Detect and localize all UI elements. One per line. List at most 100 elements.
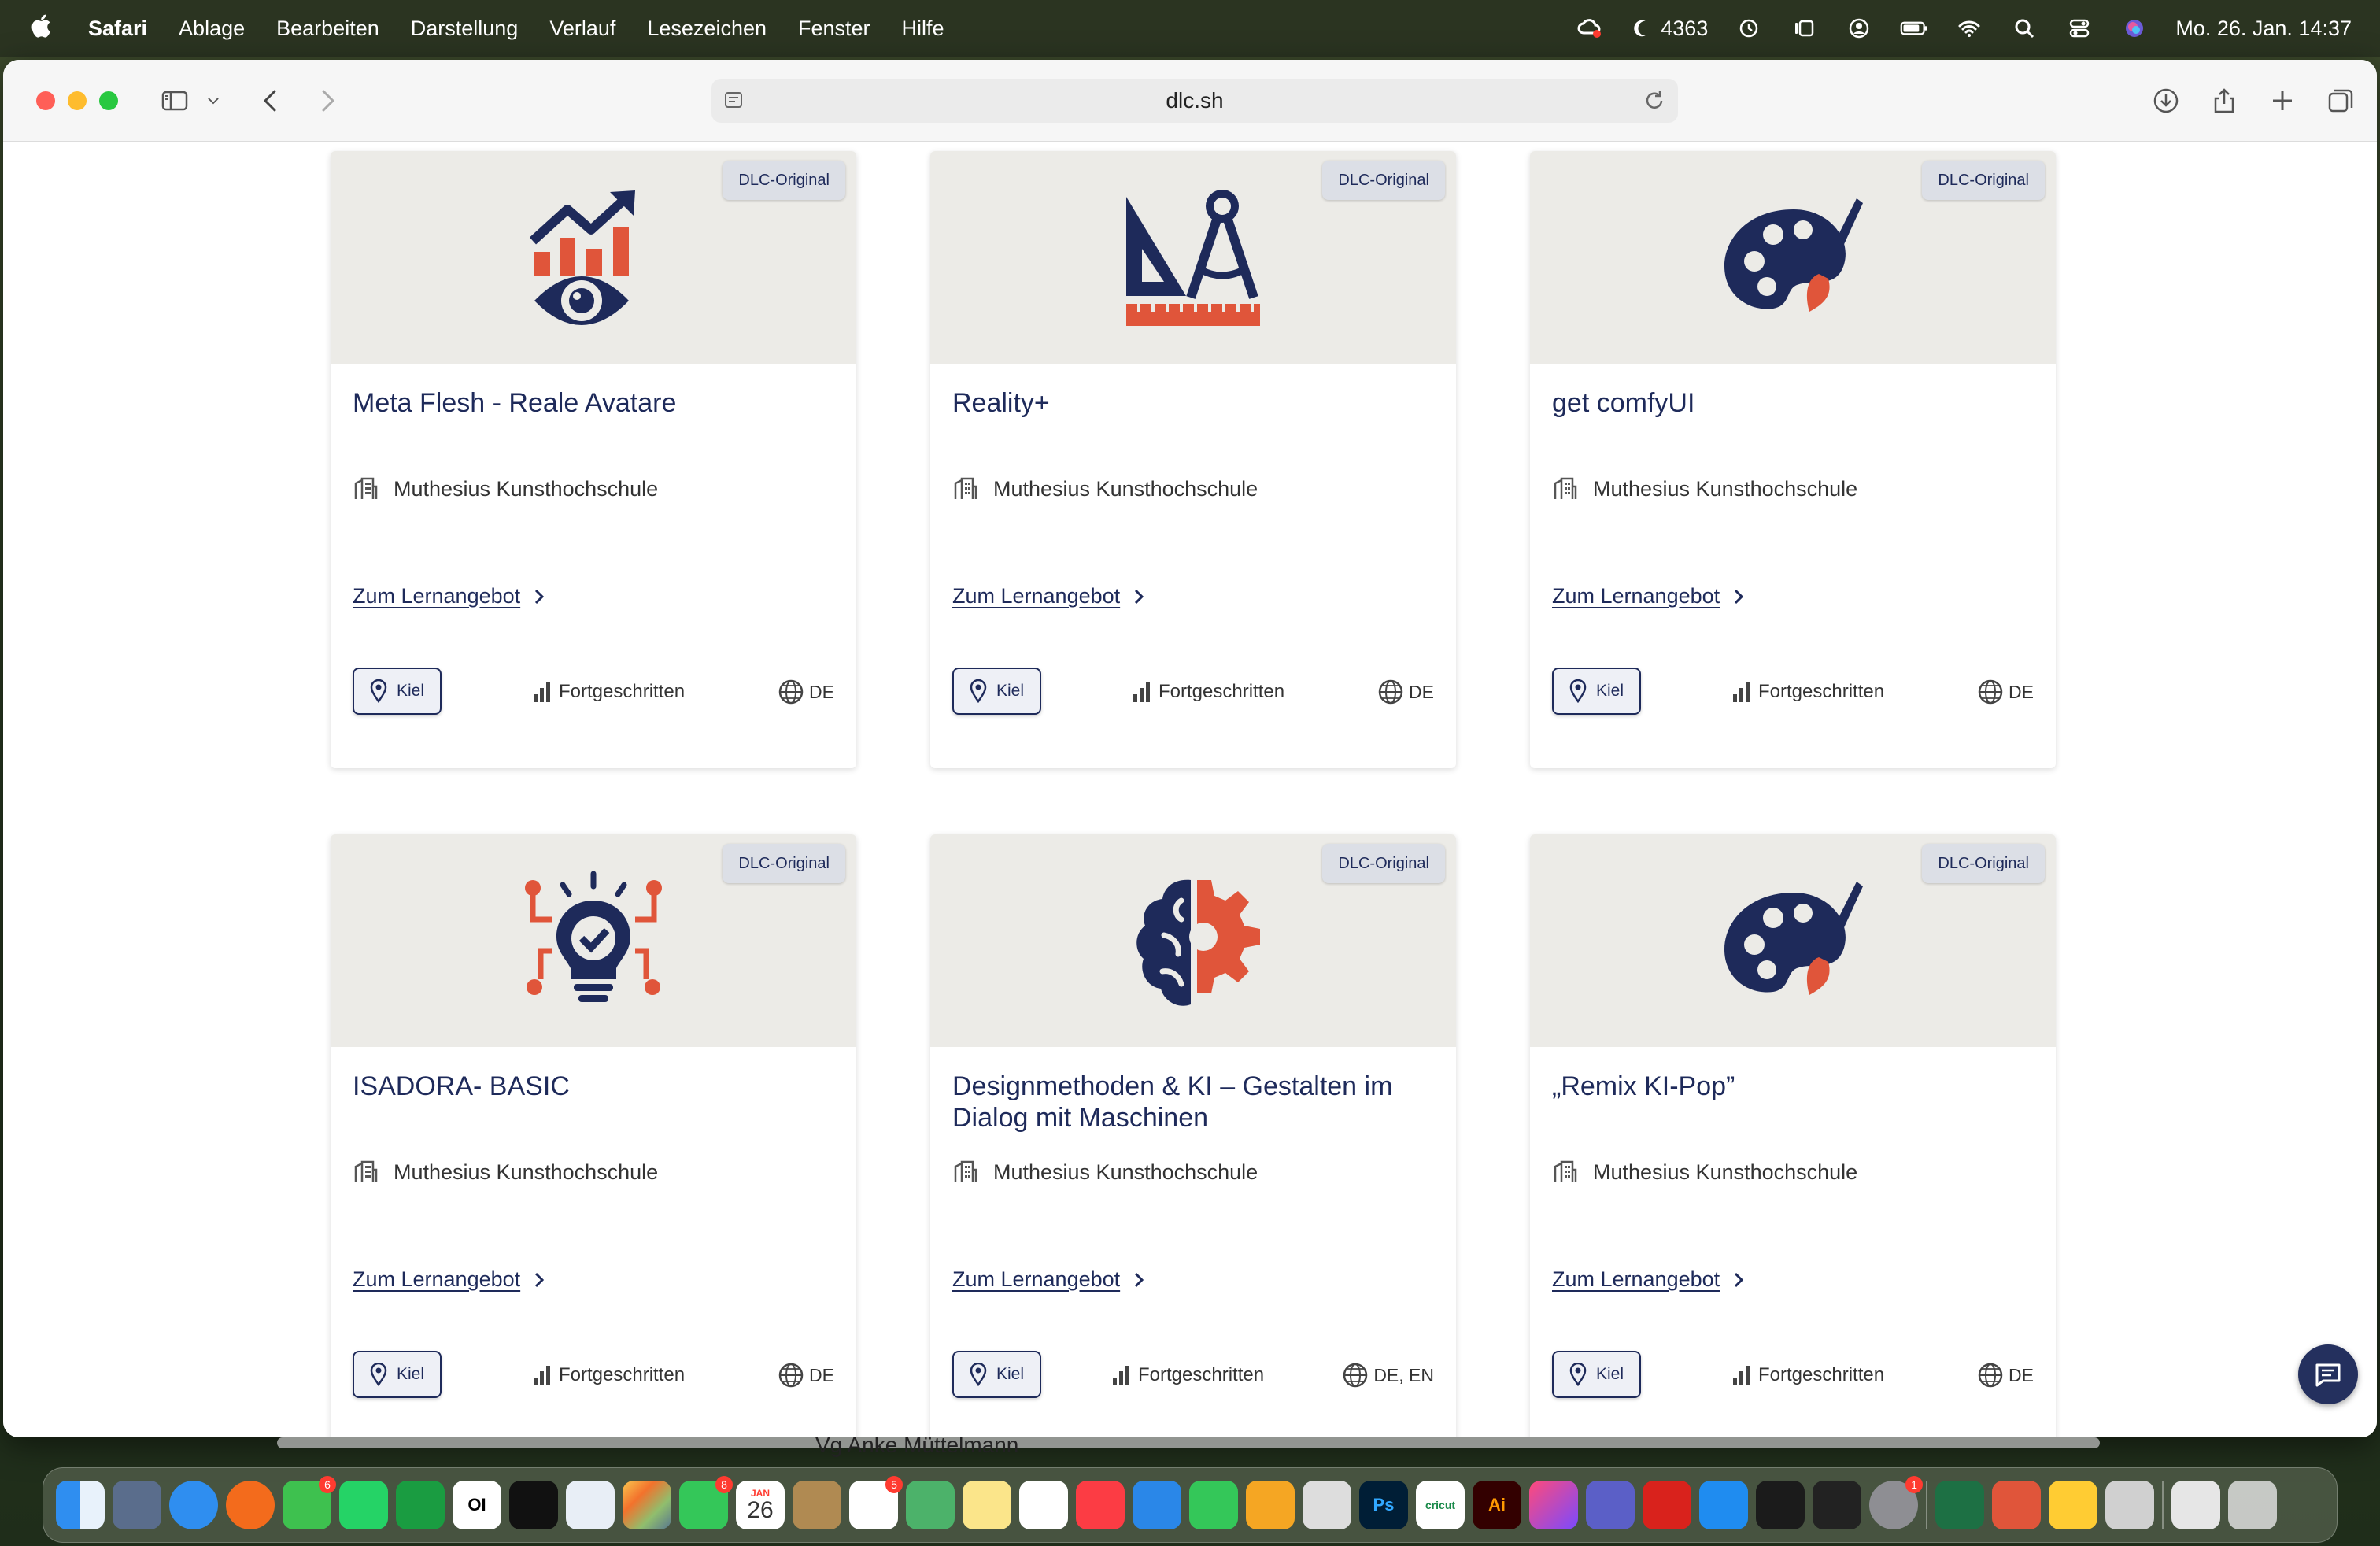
course-link[interactable]: Zum Lernangebot	[1552, 584, 1746, 608]
close-window-button[interactable]	[36, 91, 55, 110]
tab-overview-icon[interactable]	[2323, 83, 2358, 118]
creative-cloud-dock-icon[interactable]	[1529, 1481, 1578, 1529]
maps-icon[interactable]	[906, 1481, 955, 1529]
oi-app-icon[interactable]: OI	[453, 1481, 501, 1529]
menu-fenster[interactable]: Fenster	[798, 17, 870, 41]
numbers-style-icon[interactable]	[396, 1481, 445, 1529]
launchpad-icon[interactable]	[113, 1481, 161, 1529]
clock[interactable]: Mo. 26. Jan. 14:37	[2175, 17, 2352, 41]
system-settings-icon[interactable]: 1	[1869, 1476, 1923, 1529]
zoom-window-button[interactable]	[99, 91, 118, 110]
chat-button[interactable]	[2298, 1344, 2358, 1404]
location-tag[interactable]: Kiel	[1552, 668, 1642, 715]
course-card[interactable]: DLC-Original Reality+ Muthesius Kunsthoc…	[930, 151, 1456, 768]
card-title[interactable]: ISADORA- BASIC	[353, 1071, 841, 1102]
instruments-icon[interactable]	[566, 1481, 615, 1529]
dark-app-icon[interactable]	[509, 1481, 558, 1529]
course-link[interactable]: Zum Lernangebot	[353, 584, 547, 608]
address-bar[interactable]: dlc.sh	[711, 79, 1678, 123]
course-link-label[interactable]: Zum Lernangebot	[1552, 584, 1720, 608]
messages-icon[interactable]: 6	[283, 1476, 336, 1529]
course-link-label[interactable]: Zum Lernangebot	[1552, 1267, 1720, 1292]
notes-icon[interactable]	[963, 1481, 1011, 1529]
menu-verlauf[interactable]: Verlauf	[549, 17, 615, 41]
back-button[interactable]	[253, 83, 288, 118]
contacts-icon[interactable]	[793, 1481, 841, 1529]
card-title[interactable]: „Remix KI-Pop”	[1552, 1071, 2040, 1102]
location-tag[interactable]: Kiel	[353, 1351, 442, 1398]
app-store-icon[interactable]	[1699, 1481, 1748, 1529]
creative-cloud-icon[interactable]	[1576, 17, 1604, 39]
user-account-icon[interactable]	[1845, 17, 1873, 39]
control-center-icon[interactable]	[2065, 17, 2094, 39]
page-menu-icon[interactable]	[722, 90, 745, 112]
pages-icon[interactable]	[1246, 1481, 1295, 1529]
card-title[interactable]: Meta Flesh - Reale Avatare	[353, 387, 841, 419]
downloads-stack-icon[interactable]	[2171, 1481, 2220, 1529]
sidebar-toggle-icon[interactable]	[157, 83, 192, 118]
course-card[interactable]: DLC-Original „Remix KI-Pop” Muthesius Ku…	[1530, 834, 2056, 1437]
reload-icon[interactable]	[1642, 88, 1667, 113]
downloads-icon[interactable]	[2149, 83, 2183, 118]
firefox-icon[interactable]	[226, 1481, 275, 1529]
battery-icon[interactable]	[1900, 17, 1928, 39]
course-link[interactable]: Zum Lernangebot	[1552, 1267, 1746, 1292]
powerpoint-icon[interactable]	[1992, 1481, 2041, 1529]
apple-menu-icon[interactable]	[28, 13, 60, 45]
trash-icon[interactable]	[2228, 1481, 2277, 1529]
wifi-icon[interactable]	[1955, 17, 1983, 39]
reminders-icon[interactable]: 5	[849, 1476, 903, 1529]
music-icon[interactable]	[1076, 1481, 1125, 1529]
inkscape-icon[interactable]	[1303, 1481, 1351, 1529]
menu-hilfe[interactable]: Hilfe	[902, 17, 944, 41]
course-card[interactable]: DLC-Original Designmethoden & KI – Gesta…	[930, 834, 1456, 1437]
photos-icon[interactable]	[623, 1481, 671, 1529]
stage-manager-icon[interactable]	[1790, 17, 1818, 39]
course-link[interactable]: Zum Lernangebot	[952, 584, 1147, 608]
menu-bearbeiten[interactable]: Bearbeiten	[276, 17, 379, 41]
printer-icon[interactable]	[2105, 1481, 2154, 1529]
menu-lesezeichen[interactable]: Lesezeichen	[647, 17, 767, 41]
course-link[interactable]: Zum Lernangebot	[353, 1267, 547, 1292]
tips-icon[interactable]	[2049, 1481, 2097, 1529]
calendar-icon[interactable]: JAN 26	[736, 1481, 785, 1529]
battery-status[interactable]: 4363	[1631, 17, 1708, 41]
facetime-icon[interactable]: 8	[679, 1476, 733, 1529]
cricut-icon[interactable]: cricut	[1416, 1481, 1465, 1529]
forward-button[interactable]	[310, 83, 345, 118]
menu-darstellung[interactable]: Darstellung	[411, 17, 519, 41]
teams-icon[interactable]	[1586, 1481, 1635, 1529]
location-tag[interactable]: Kiel	[353, 668, 442, 715]
time-machine-icon[interactable]	[1735, 17, 1763, 39]
chevron-down-icon[interactable]	[201, 83, 225, 118]
course-card[interactable]: DLC-Original get comfyUI Muthesius Kunst…	[1530, 151, 2056, 768]
whatsapp-icon[interactable]	[339, 1481, 388, 1529]
horizontal-scrollbar[interactable]	[277, 1437, 2100, 1448]
course-link[interactable]: Zum Lernangebot	[952, 1267, 1147, 1292]
photoshop-icon[interactable]: Ps	[1359, 1481, 1408, 1529]
menu-ablage[interactable]: Ablage	[179, 17, 245, 41]
terminal-icon[interactable]	[1813, 1481, 1861, 1529]
course-link-label[interactable]: Zum Lernangebot	[952, 584, 1120, 608]
excel-icon[interactable]	[1935, 1481, 1984, 1529]
course-card[interactable]: DLC-Original Meta Flesh - Reale Avatare …	[331, 151, 856, 768]
card-title[interactable]: get comfyUI	[1552, 387, 2040, 419]
numbers-icon[interactable]	[1189, 1481, 1238, 1529]
freeform-icon[interactable]	[1019, 1481, 1068, 1529]
location-tag[interactable]: Kiel	[1552, 1351, 1642, 1398]
location-tag[interactable]: Kiel	[952, 668, 1042, 715]
card-title[interactable]: Designmethoden & KI – Gestalten im Dialo…	[952, 1071, 1440, 1134]
safari-icon[interactable]	[169, 1481, 218, 1529]
acrobat-icon[interactable]	[1643, 1481, 1691, 1529]
course-link-label[interactable]: Zum Lernangebot	[952, 1267, 1120, 1292]
finder-icon[interactable]	[56, 1481, 105, 1529]
illustrator-icon[interactable]: Ai	[1473, 1481, 1521, 1529]
siri-icon[interactable]	[2120, 17, 2149, 39]
keynote-icon[interactable]	[1133, 1481, 1181, 1529]
menu-app-name[interactable]: Safari	[88, 17, 147, 41]
share-icon[interactable]	[2207, 83, 2241, 118]
spotlight-search-icon[interactable]	[2010, 17, 2038, 39]
course-link-label[interactable]: Zum Lernangebot	[353, 584, 520, 608]
activity-monitor-icon[interactable]	[1756, 1481, 1805, 1529]
card-title[interactable]: Reality+	[952, 387, 1440, 419]
